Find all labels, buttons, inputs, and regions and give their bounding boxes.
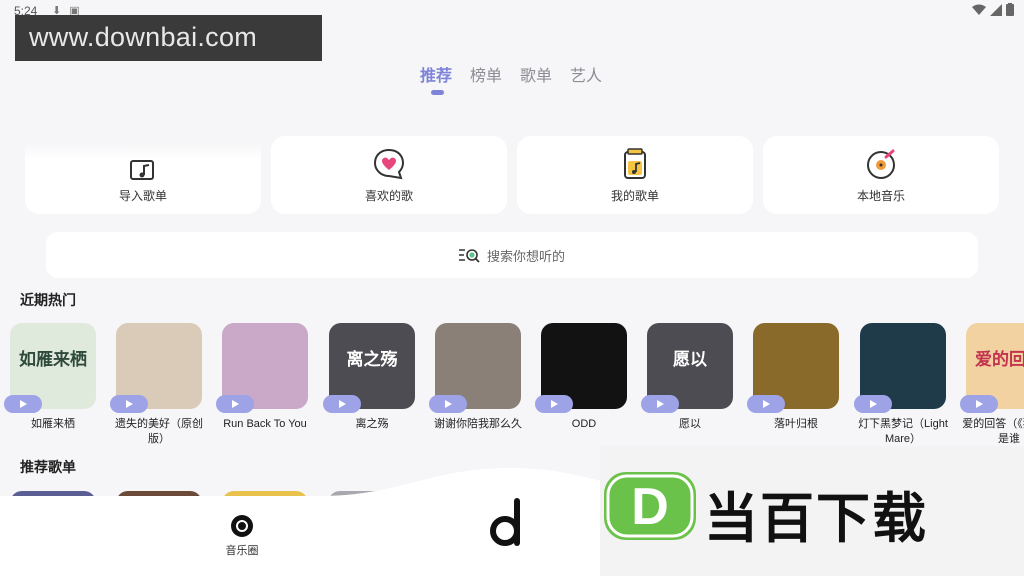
song-title: 谢谢你陪我那么久 — [434, 418, 522, 430]
play-button[interactable] — [641, 395, 679, 413]
brand-logo-icon: D — [604, 472, 696, 540]
nav-label: 音乐圈 — [225, 545, 259, 557]
play-icon — [339, 400, 346, 408]
song-title: 爱的回答（《猜猜我是谁 — [962, 418, 1024, 445]
watermark-site-url: www.downbai.com — [15, 15, 322, 61]
nav-item-music-circle[interactable]: 音乐圈 — [222, 514, 262, 558]
card-liked-songs[interactable]: 喜欢的歌 — [271, 136, 507, 214]
play-button[interactable] — [960, 395, 998, 413]
hot-song-item[interactable]: 爱的回答爱的回答（《猜猜我是谁 — [960, 323, 1024, 447]
card-label: 本地音乐 — [856, 189, 905, 203]
play-icon — [870, 400, 877, 408]
watermark-brand: D 当百下载 — [600, 446, 1024, 576]
card-label: 喜欢的歌 — [364, 189, 413, 203]
song-title: 落叶归根 — [774, 418, 818, 430]
song-title: ODD — [571, 418, 597, 430]
wifi-icon — [972, 4, 986, 15]
section-title-hot: 近期热门 — [20, 292, 76, 308]
tab-recommend[interactable]: 推荐 — [420, 62, 452, 86]
top-tab-bar: 推荐 榜单 歌单 艺人 — [420, 62, 602, 86]
signal-icon — [990, 3, 1002, 16]
play-button[interactable] — [429, 395, 467, 413]
hot-song-item[interactable]: 谢谢你陪我那么久 — [429, 323, 522, 432]
tab-artists[interactable]: 艺人 — [570, 62, 602, 86]
play-icon — [20, 400, 27, 408]
play-icon — [657, 400, 664, 408]
hot-song-item[interactable]: 如雁来栖 如雁来栖 — [4, 323, 96, 432]
song-title: 愿以 — [679, 418, 701, 430]
hot-song-item[interactable]: 离之殇 离之殇 — [323, 323, 415, 432]
card-local-music[interactable]: 本地音乐 — [763, 136, 999, 214]
song-title: 灯下黑梦记（Light Mare） — [858, 418, 948, 445]
active-tab-indicator — [431, 90, 444, 95]
play-button[interactable] — [747, 395, 785, 413]
cover-title-text: 爱的回答 — [975, 350, 1024, 370]
card-label: 我的歌单 — [610, 189, 659, 203]
card-label: 导入歌单 — [118, 189, 167, 203]
hot-song-item[interactable]: 落叶归根 — [747, 323, 839, 432]
cover-title-text: 如雁来栖 — [19, 350, 87, 370]
tab-charts[interactable]: 榜单 — [470, 62, 502, 86]
play-icon — [445, 400, 452, 408]
search-input[interactable]: 搜索你想听的 — [46, 232, 978, 278]
song-title: 如雁来栖 — [31, 418, 75, 430]
search-icon — [458, 249, 480, 263]
play-button[interactable] — [323, 395, 361, 413]
search-placeholder: 搜索你想听的 — [486, 248, 565, 264]
cover-title-text: 愿以 — [673, 350, 707, 370]
hot-song-item[interactable]: 灯下黑梦记（Light Mare） — [854, 323, 948, 447]
song-title: 离之殇 — [355, 418, 389, 430]
play-icon — [551, 400, 558, 408]
app-logo-center-icon[interactable] — [489, 497, 527, 549]
music-list-icon — [624, 148, 646, 179]
hot-song-item[interactable]: 遗失的美好（原创版） — [110, 323, 203, 447]
svg-text:D: D — [631, 478, 669, 536]
play-icon — [232, 400, 239, 408]
hot-song-item[interactable]: 愿以 愿以 — [641, 323, 733, 432]
play-icon — [126, 400, 133, 408]
play-icon — [976, 400, 983, 408]
battery-icon — [1006, 3, 1014, 16]
heart-chat-icon — [373, 148, 405, 180]
cover-title-text: 离之殇 — [346, 350, 398, 370]
card-my-playlists[interactable]: 我的歌单 — [517, 136, 753, 214]
brand-name: 当百下载 — [704, 489, 928, 549]
tab-playlists[interactable]: 歌单 — [520, 62, 552, 86]
play-icon — [763, 400, 770, 408]
play-button[interactable] — [4, 395, 42, 413]
play-button[interactable] — [854, 395, 892, 413]
song-title: Run Back To You — [223, 418, 307, 430]
vinyl-icon — [867, 149, 895, 179]
song-title: 遗失的美好（原创版） — [115, 418, 203, 445]
play-button[interactable] — [110, 395, 148, 413]
play-button[interactable] — [535, 395, 573, 413]
hot-song-item[interactable]: Run Back To You — [216, 323, 308, 432]
hot-song-item[interactable]: ODD — [535, 323, 627, 432]
play-button[interactable] — [216, 395, 254, 413]
record-icon — [231, 515, 253, 537]
status-system-icons — [972, 3, 1014, 16]
